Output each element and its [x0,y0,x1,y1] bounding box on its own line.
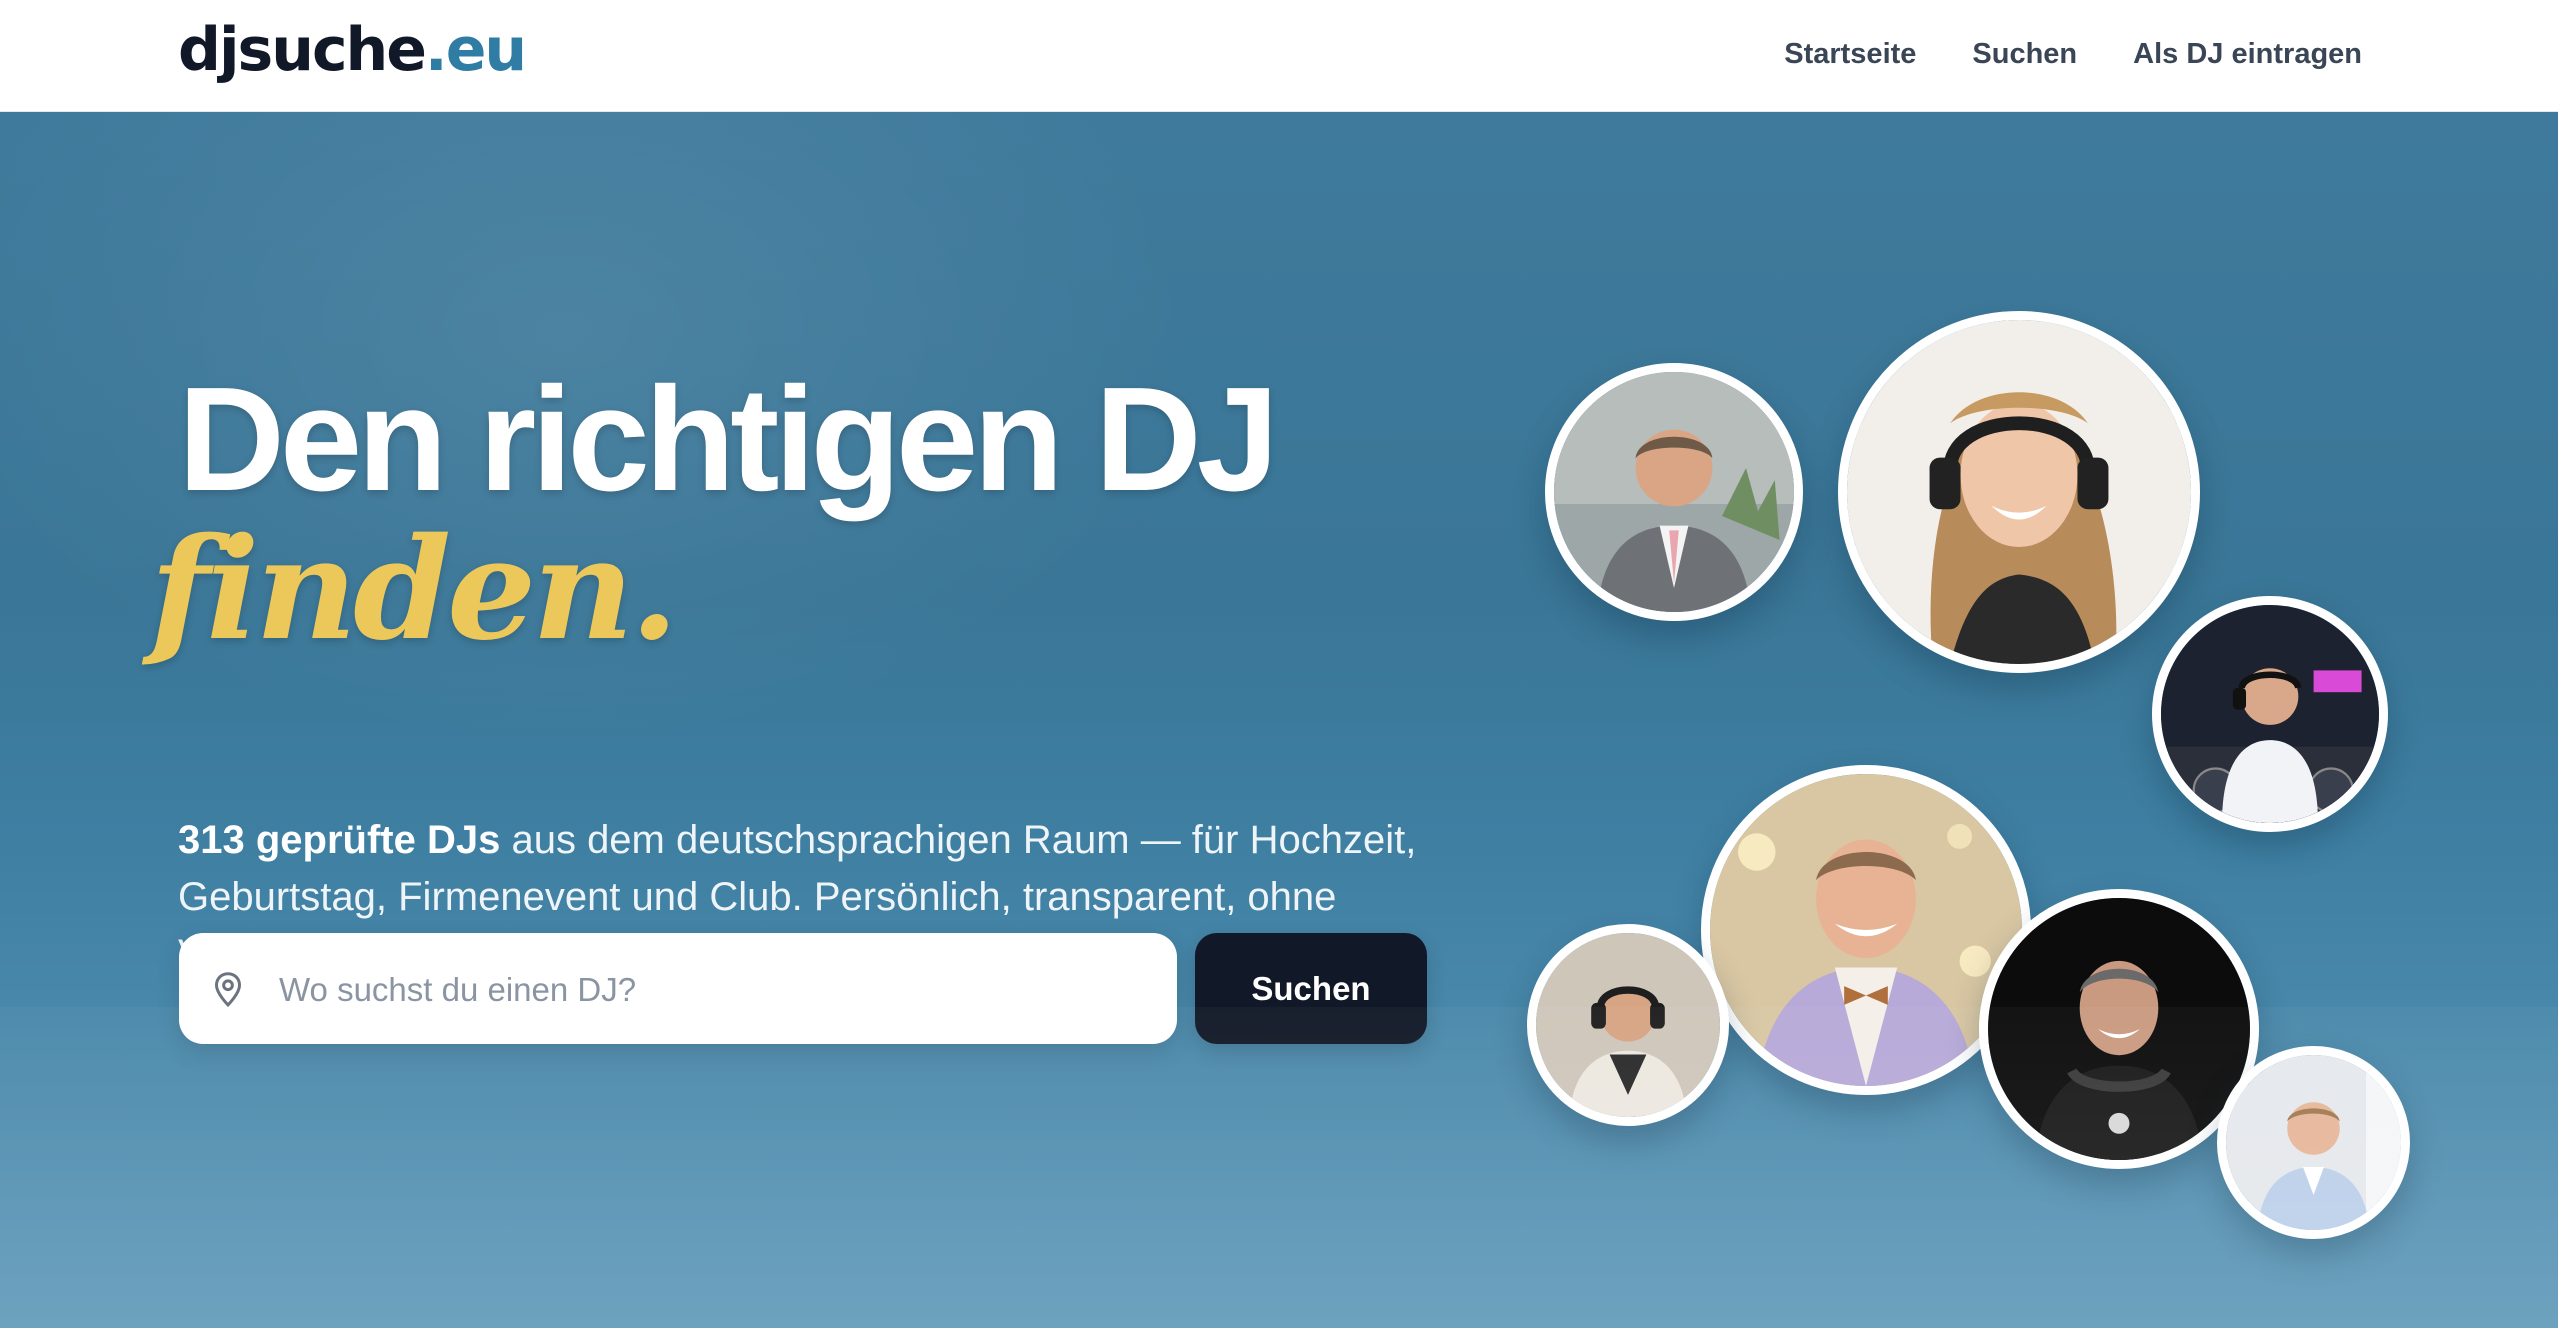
hero-headline: Den richtigen DJ [178,357,1279,522]
nav-link-suchen[interactable]: Suchen [1972,34,2077,74]
dj-avatar[interactable] [1527,924,1729,1126]
search-button[interactable]: Suchen [1195,933,1427,1044]
site-header: djsuche.eu Startseite Suchen Als DJ eint… [0,0,2558,112]
dj-avatar[interactable] [1545,363,1803,621]
dj-avatar[interactable] [2217,1046,2410,1239]
location-search-field[interactable] [179,933,1177,1046]
location-search-input[interactable] [277,933,1141,1046]
nav-link-startseite[interactable]: Startseite [1784,34,1916,74]
dj-avatar[interactable] [1979,889,2259,1169]
site-logo[interactable]: djsuche.eu [178,14,527,86]
dj-avatar[interactable] [1838,311,2200,673]
dj-count-text: 313 geprüfte DJs [178,818,501,862]
logo-main: djsuche [178,15,427,85]
hero-headline-accent: finden. [150,508,679,672]
map-pin-icon [214,972,242,1008]
hero-section: Den richtigen DJ finden. 313 geprüfte DJ… [0,112,2558,1328]
nav-link-als-dj-eintragen[interactable]: Als DJ eintragen [2133,34,2362,74]
dj-avatar[interactable] [1701,765,2031,1095]
dj-avatar[interactable] [2152,596,2388,832]
main-nav: Startseite Suchen Als DJ eintragen [1784,34,2362,74]
logo-tld: .eu [424,15,527,85]
